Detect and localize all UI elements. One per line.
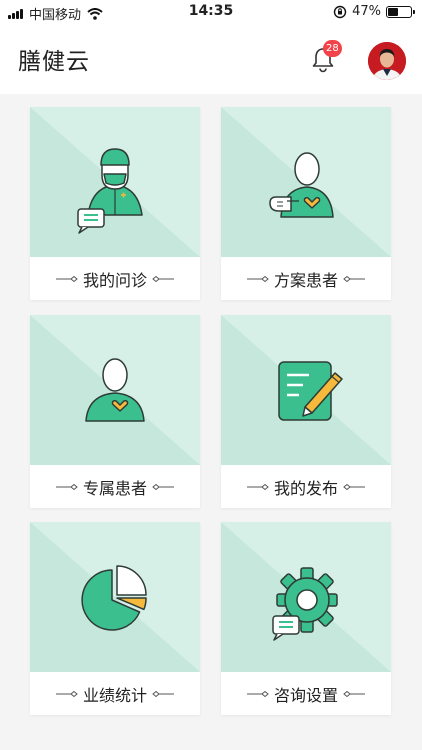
avatar[interactable] xyxy=(368,42,406,80)
status-right: 47% xyxy=(333,4,415,19)
card-label-row: 我的问诊 xyxy=(30,257,200,300)
ornament-left-icon xyxy=(55,483,78,490)
menu-card-my-publications[interactable]: 我的发布 xyxy=(221,315,391,508)
card-label-row: 方案患者 xyxy=(221,257,391,300)
menu-grid: 我的问诊 方案患者 专属患者 我的发布 业绩统计 咨询设置 xyxy=(0,94,422,750)
ornament-right-icon xyxy=(152,690,174,697)
ornament-left-icon xyxy=(55,690,78,697)
card-label: 我的发布 xyxy=(273,478,338,498)
ornament-left-icon xyxy=(246,275,269,282)
card-art xyxy=(221,107,391,257)
ornament-right-icon xyxy=(152,483,174,490)
card-art xyxy=(221,315,391,465)
card-art xyxy=(30,107,200,257)
rotation-lock-icon xyxy=(333,5,347,18)
card-label: 我的问诊 xyxy=(82,270,147,290)
battery-fill xyxy=(388,7,399,16)
card-art xyxy=(30,522,200,672)
card-label-row: 我的发布 xyxy=(221,465,391,508)
app-title: 膳健云 xyxy=(18,49,90,75)
card-art xyxy=(221,522,391,672)
ornament-left-icon xyxy=(246,483,269,490)
ornament-right-icon xyxy=(152,275,174,282)
card-label: 专属患者 xyxy=(82,478,147,498)
ornament-right-icon xyxy=(343,483,365,490)
notification-badge: 28 xyxy=(323,40,342,57)
menu-card-performance-stats[interactable]: 业绩统计 xyxy=(30,522,200,715)
avatar-portrait xyxy=(368,42,406,80)
ornament-right-icon xyxy=(343,275,365,282)
menu-card-consultation-settings[interactable]: 咨询设置 xyxy=(221,522,391,715)
menu-card-plan-patients[interactable]: 方案患者 xyxy=(221,107,391,300)
battery-percent: 47% xyxy=(352,4,381,19)
ornament-left-icon xyxy=(246,690,269,697)
menu-card-exclusive-patients[interactable]: 专属患者 xyxy=(30,315,200,508)
menu-card-my-consultations[interactable]: 我的问诊 xyxy=(30,107,200,300)
card-label-row: 业绩统计 xyxy=(30,672,200,715)
card-label: 业绩统计 xyxy=(82,685,147,705)
ornament-right-icon xyxy=(343,690,365,697)
card-label-row: 咨询设置 xyxy=(221,672,391,715)
battery-icon xyxy=(386,5,415,18)
status-bar: 中国移动 14:35 47% xyxy=(0,0,422,24)
card-art xyxy=(30,315,200,465)
card-label: 方案患者 xyxy=(273,270,338,290)
app-header: 膳健云 28 xyxy=(0,24,422,94)
ornament-left-icon xyxy=(55,275,78,282)
card-label: 咨询设置 xyxy=(273,685,338,705)
card-label-row: 专属患者 xyxy=(30,465,200,508)
